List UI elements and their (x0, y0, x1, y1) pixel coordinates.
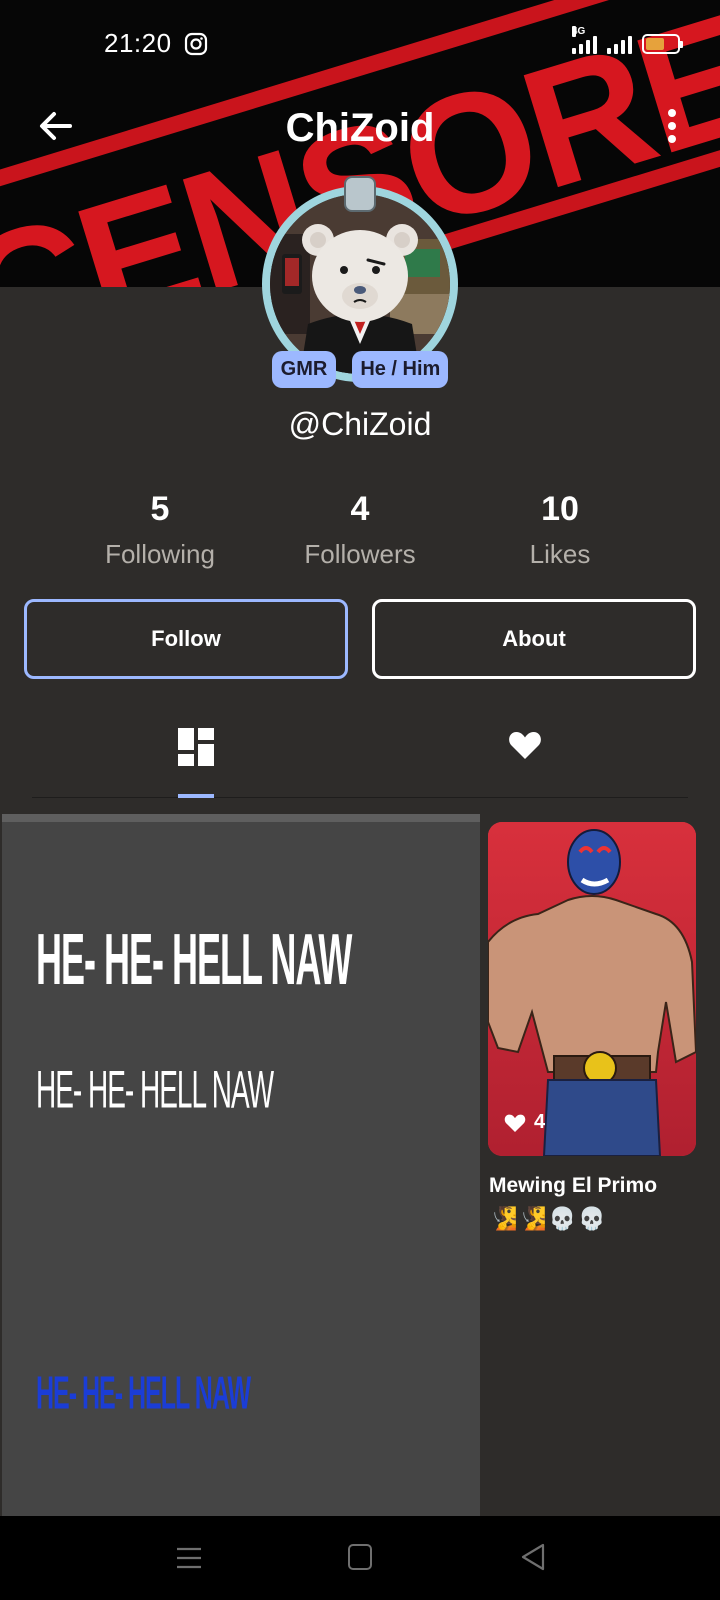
home-icon[interactable] (348, 1544, 372, 1570)
avatar-frame-clip (344, 176, 376, 212)
like-count-value: 4 (534, 1111, 546, 1133)
follow-button[interactable]: Follow (24, 599, 348, 679)
battery-level (646, 38, 664, 50)
system-nav-bar (0, 1516, 720, 1600)
post-caption: 🧏🧏💀💀 (490, 1206, 608, 1231)
badge-pronouns: He / Him (352, 351, 449, 388)
profile-stats: 5 Following 4 Followers 10 Likes (60, 490, 660, 570)
stat-value: 10 (541, 490, 579, 528)
stat-value: 5 (150, 490, 170, 528)
status-bar: 21:20 4G (0, 0, 720, 90)
instagram-icon (184, 32, 208, 56)
stat-followers[interactable]: 4 Followers (260, 490, 460, 570)
heart-icon[interactable] (508, 730, 542, 760)
menu-icon[interactable] (176, 1546, 202, 1570)
signal-icon: 4G (572, 26, 597, 54)
status-time: 21:20 (104, 28, 172, 58)
post-title[interactable]: Mewing El Primo (489, 1174, 657, 1198)
meme-line: HE- HE- HELL NAW (36, 918, 352, 1000)
profile-tabs (32, 716, 688, 798)
stat-value: 4 (350, 490, 370, 528)
post-like-count: 4 (504, 1111, 545, 1134)
stat-following[interactable]: 5 Following (60, 490, 260, 570)
post-card[interactable]: HE- HE- HELL NAW HE- HE- HELL NAW HE- HE… (2, 814, 480, 1516)
signal-icon (607, 32, 632, 54)
network-type: 4G (572, 26, 586, 37)
badge-gmr: GMR (271, 351, 337, 388)
meme-line: HE- HE- HELL NAW (36, 1060, 274, 1119)
status-indicators: 4G (572, 26, 683, 54)
active-tab-indicator (178, 794, 214, 798)
stat-label: Following (105, 539, 215, 569)
battery-icon (642, 34, 683, 54)
back-icon[interactable] (520, 1543, 546, 1571)
post-card[interactable]: 4 (488, 822, 696, 1156)
avatar-image (270, 194, 450, 374)
more-vertical-icon[interactable] (660, 106, 684, 146)
profile-handle: @ChiZoid (288, 406, 432, 442)
stat-likes[interactable]: 10 Likes (460, 490, 660, 570)
grid-icon[interactable] (178, 728, 214, 766)
meme-line: HE- HE- HELL NAW (36, 1368, 251, 1420)
stat-label: Likes (529, 539, 591, 569)
post-thumbnail-image (488, 822, 696, 1156)
stat-label: Followers (304, 539, 416, 569)
profile-badges: GMR He / Him (0, 351, 720, 388)
page-title: ChiZoid (285, 106, 435, 150)
heart-icon (504, 1114, 526, 1132)
about-button[interactable]: About (372, 599, 696, 679)
